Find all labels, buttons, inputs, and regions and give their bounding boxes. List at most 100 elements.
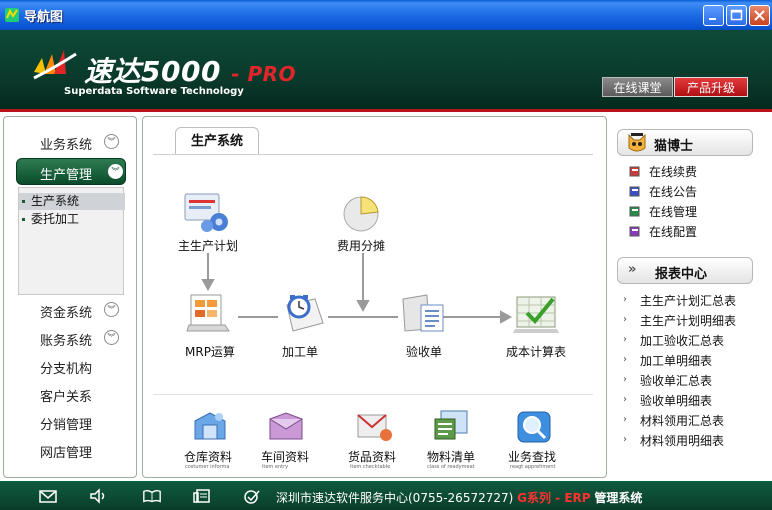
sub-item-outsourcing[interactable]: 委托加工: [19, 211, 125, 228]
sub-menu: 生产系统 委托加工: [18, 187, 125, 295]
report-link[interactable]: 主生产计划汇总表: [640, 292, 736, 309]
report-link[interactable]: 验收单明细表: [640, 392, 712, 409]
section-divider: [153, 394, 593, 395]
chevron-down-icon: ︾: [108, 164, 123, 179]
chevron-right-icon: ›: [623, 334, 627, 345]
chevron-right-icon: ›: [623, 314, 627, 325]
close-icon: [754, 10, 765, 21]
nav-item-accounting[interactable]: 账务系统: [40, 330, 92, 349]
title-bar[interactable]: 导航图: [0, 0, 772, 30]
mrp-label[interactable]: MRP运算: [185, 343, 235, 360]
left-nav: 业务系统 ︾ 生产管理 ︾ 生产系统 委托加工 资金系统 ︾ 账务系统 ︾ 分支…: [3, 116, 137, 478]
series-label: G系列 - ERP: [517, 491, 591, 505]
mrp-icon[interactable]: [185, 291, 231, 335]
brand-suffix: - PRO: [231, 62, 297, 86]
book-icon: [629, 206, 640, 217]
brand-title: 速达5000 - PRO: [84, 50, 296, 90]
maximize-icon: [730, 9, 743, 21]
plan-label[interactable]: 主生产计划: [178, 237, 238, 254]
chevron-right-icon: ›: [623, 414, 627, 425]
workshop-sublabel: item entry: [262, 464, 289, 470]
report-link[interactable]: 加工验收汇总表: [640, 332, 724, 349]
bom-icon[interactable]: [433, 409, 471, 443]
search-icon[interactable]: [516, 410, 552, 444]
mail-icon[interactable]: [38, 488, 58, 504]
chevron-right-icon: ›: [623, 394, 627, 405]
warehouse-sublabel: costumer informa: [185, 464, 230, 470]
nav-item-branches[interactable]: 分支机构: [40, 358, 92, 377]
process-order-label[interactable]: 加工单: [282, 343, 318, 360]
service-center: 深圳市速达软件服务中心(0755-26572727): [276, 491, 514, 505]
product-upgrade-button[interactable]: 产品升级: [674, 77, 748, 97]
cost-alloc-label[interactable]: 费用分摊: [337, 237, 385, 254]
doctor-title: 猫博士: [654, 139, 694, 154]
doctor-link-renew[interactable]: 在线续费: [649, 163, 697, 180]
chevron-down-icon[interactable]: ︾: [104, 330, 119, 345]
right-panel: 猫博士 在线续费 在线公告 在线管理 在线配置 » 报表中心 › 主生产计划汇总…: [613, 116, 768, 478]
sub-item-production-system[interactable]: 生产系统: [19, 193, 125, 210]
maximize-button[interactable]: [726, 5, 747, 26]
report-link[interactable]: 加工单明细表: [640, 352, 712, 369]
receipt-label[interactable]: 验收单: [406, 343, 442, 360]
report-link[interactable]: 主生产计划明细表: [640, 312, 736, 329]
brand-name: 速达5000: [84, 55, 221, 88]
report-link[interactable]: 验收单汇总表: [640, 372, 712, 389]
process-order-icon[interactable]: [281, 291, 327, 335]
doctor-link-config[interactable]: 在线配置: [649, 223, 697, 240]
chevron-down-icon[interactable]: ︾: [104, 134, 119, 149]
search-label[interactable]: 业务查找: [508, 448, 556, 465]
doctor-link-manage[interactable]: 在线管理: [649, 203, 697, 220]
search-sublabel: reagt apprehment: [510, 464, 556, 470]
sub-item-label: 生产系统: [31, 194, 80, 208]
doctor-link-notice[interactable]: 在线公告: [649, 183, 697, 200]
chevron-down-icon[interactable]: ︾: [104, 302, 119, 317]
system-label: 管理系统: [594, 491, 643, 505]
check-circle-icon[interactable]: [242, 488, 262, 504]
cat-doctor-icon: [628, 133, 646, 152]
cost-calc-icon[interactable]: [513, 291, 561, 335]
online-class-button[interactable]: 在线课堂: [602, 77, 673, 97]
nav-item-production[interactable]: 生产管理 ︾: [16, 158, 126, 185]
goods-icon[interactable]: [355, 411, 393, 443]
footer-info: 深圳市速达软件服务中心(0755-26572727) G系列 - ERP 管理系…: [276, 489, 642, 506]
chevron-right-icon: ›: [623, 374, 627, 385]
window-title: 导航图: [24, 10, 64, 25]
report-center-title: 报表中心: [655, 267, 708, 282]
document-icon[interactable]: [192, 488, 212, 504]
doctor-header[interactable]: 猫博士: [617, 129, 753, 156]
report-link[interactable]: 材料领用明细表: [640, 432, 724, 449]
speaker-icon[interactable]: [88, 488, 108, 504]
report-link[interactable]: 材料领用汇总表: [640, 412, 724, 429]
nav-item-crm[interactable]: 客户关系: [40, 386, 92, 405]
footer-bar: 深圳市速达软件服务中心(0755-26572727) G系列 - ERP 管理系…: [0, 481, 772, 510]
cost-alloc-icon[interactable]: [341, 192, 383, 234]
chevron-right-icon: ›: [623, 294, 627, 305]
book-open-icon[interactable]: [142, 488, 162, 504]
nav-item-funds[interactable]: 资金系统: [40, 302, 92, 321]
receipt-icon[interactable]: [399, 291, 447, 335]
goods-label[interactable]: 货品资料: [348, 448, 396, 465]
book-icon: [629, 186, 640, 197]
main-panel: 生产系统 主生产计划 费用分摊 MRP运算 加工单 验收单 成本计算表 仓库资料…: [142, 116, 607, 478]
nav-item-webshop[interactable]: 网店管理: [40, 442, 92, 461]
close-button[interactable]: [749, 5, 770, 26]
sub-item-label: 委托加工: [31, 212, 80, 226]
bullet-icon: [22, 200, 25, 203]
bom-label[interactable]: 物料清单: [427, 448, 475, 465]
report-center-header[interactable]: » 报表中心: [617, 257, 753, 284]
goods-sublabel: item checktable: [350, 464, 391, 470]
nav-item-business[interactable]: 业务系统: [40, 134, 92, 153]
book-icon: [629, 226, 640, 237]
workshop-label[interactable]: 车间资料: [261, 448, 309, 465]
header-banner: 速达5000 - PRO Superdata Software Technolo…: [0, 30, 772, 112]
bullet-icon: [22, 218, 25, 221]
app-window: 导航图 速达5000 - PRO Superdata Software Tech…: [0, 0, 772, 510]
plan-icon[interactable]: [183, 192, 231, 234]
cost-calc-label[interactable]: 成本计算表: [506, 343, 566, 360]
warehouse-label[interactable]: 仓库资料: [184, 448, 232, 465]
warehouse-icon[interactable]: [191, 409, 229, 443]
nav-item-distribution[interactable]: 分销管理: [40, 414, 92, 433]
workshop-icon[interactable]: [267, 409, 305, 443]
minimize-button[interactable]: [703, 5, 724, 26]
bom-sublabel: class of readymeat: [427, 464, 475, 470]
